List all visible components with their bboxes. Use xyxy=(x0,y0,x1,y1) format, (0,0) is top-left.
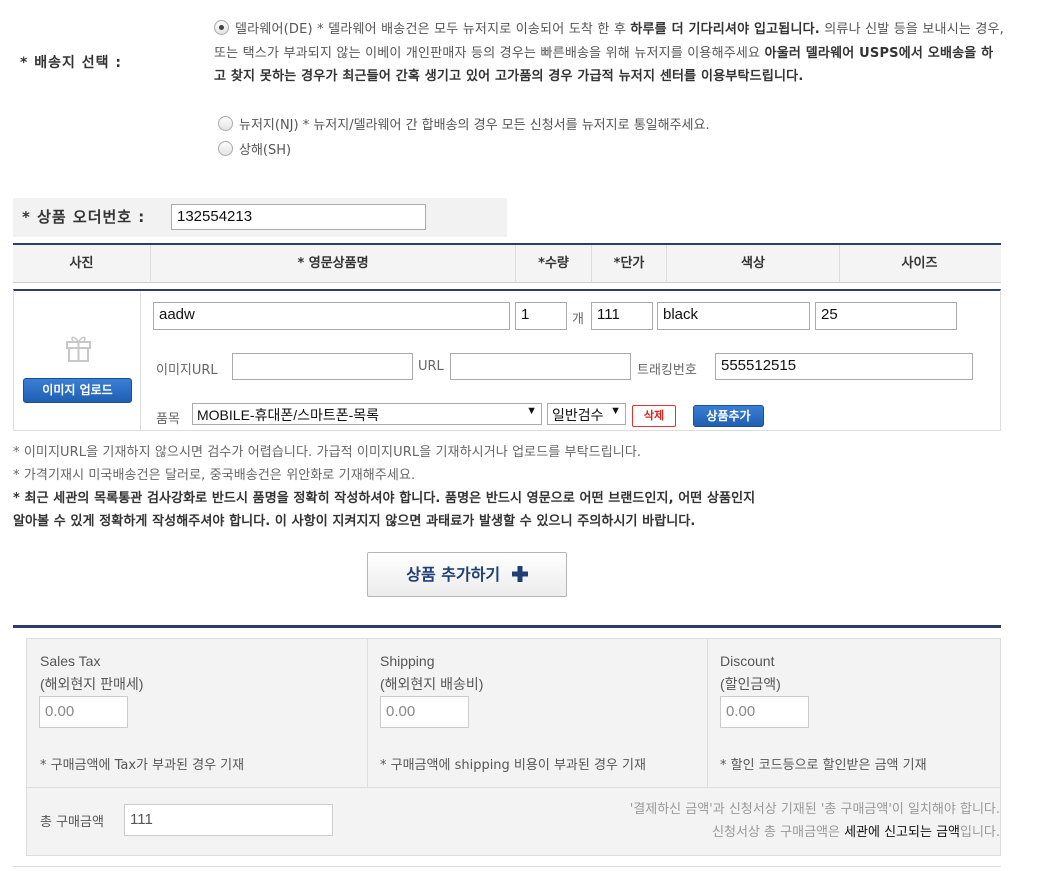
tracking-label: 트래킹번호 xyxy=(637,363,697,378)
shipping-option-sh[interactable]: 상해(SH) xyxy=(218,139,291,158)
shipping-label: * 배송지 선택 : xyxy=(20,55,122,71)
add-product-label: 상품 추가하기 xyxy=(406,565,501,584)
radio-de[interactable] xyxy=(214,20,229,35)
discount-input[interactable]: 0.00 xyxy=(720,696,809,728)
gift-icon xyxy=(66,336,91,362)
inspection-select[interactable]: 일반검수 ▼ xyxy=(547,403,626,425)
col-price: *단가 xyxy=(592,245,667,283)
category-select-value: MOBILE-휴대폰/스마트폰-목록 xyxy=(197,407,380,423)
category-label: 품목 xyxy=(156,412,180,427)
shipping-option-nj[interactable]: 뉴저지(NJ) * 뉴저지/델라웨어 간 합배송의 경우 모든 신청서를 뉴저지… xyxy=(218,114,710,133)
product-table-header: 사진 * 영문상품명 *수량 *단가 색상 사이즈 xyxy=(13,243,1001,283)
sales-tax-note: * 구매금액에 Tax가 부과된 경우 기재 xyxy=(40,758,245,773)
col-size: 사이즈 xyxy=(901,256,938,271)
radio-nj[interactable] xyxy=(218,116,233,131)
sales-tax-caption: Sales Tax (해외현지 판매세) xyxy=(40,650,143,696)
shipping-nj-text: 뉴저지(NJ) * 뉴저지/델라웨어 간 합배송의 경우 모든 신청서를 뉴저지… xyxy=(239,118,710,133)
note-image-url: * 이미지URL을 기재하지 않으시면 검수가 어렵습니다. 가급적 이미지UR… xyxy=(13,445,642,460)
image-url-input[interactable] xyxy=(232,353,413,380)
col-color: 색상 xyxy=(667,245,840,283)
note-customs-1: * 최근 세관의 목록통관 검사강화로 반드시 품명을 정확히 작성하셔야 합니… xyxy=(13,491,756,506)
col-qty: *수량 xyxy=(516,245,592,283)
inspection-select-value: 일반검수 xyxy=(552,407,604,423)
shipping-sh-text: 상해(SH) xyxy=(239,143,292,158)
discount-note: * 할인 코드등으로 할인받은 금액 기재 xyxy=(720,758,927,773)
total-info-line2-a: 신청서상 총 구매금액은 xyxy=(712,825,845,840)
order-number-label: * 상품 오더번호 : xyxy=(22,208,146,226)
total-info-line1: '결제하신 금액'과 신청서상 기재된 '총 구매금액'이 일치해야 합니다. xyxy=(629,802,1000,817)
color-input[interactable]: black xyxy=(657,302,810,330)
category-select[interactable]: MOBILE-휴대폰/스마트폰-목록 ▼ xyxy=(192,403,542,425)
shipping-title: Shipping xyxy=(380,653,435,669)
url-label: URL xyxy=(418,359,444,374)
discount-subtitle: (할인금액) xyxy=(720,676,781,692)
image-url-label: 이미지URL xyxy=(156,363,218,378)
shipping-option-de[interactable]: 델라웨어(DE) * 델라웨어 배송건은 모두 뉴저지로 이송되어 도착 한 후… xyxy=(214,18,1004,89)
dropdown-arrow-icon: ▼ xyxy=(526,405,537,417)
discount-caption: Discount (할인금액) xyxy=(720,650,781,696)
add-item-button[interactable]: 상품추가 xyxy=(693,405,764,427)
discount-title: Discount xyxy=(720,653,775,669)
product-name-input[interactable]: aadw xyxy=(153,302,510,330)
sales-tax-input[interactable]: 0.00 xyxy=(39,696,128,728)
total-info-line2-c: 입니다. xyxy=(959,825,1000,840)
sales-tax-subtitle: (해외현지 판매세) xyxy=(40,676,144,692)
radio-sh[interactable] xyxy=(218,141,233,156)
col-name: * 영문상품명 xyxy=(151,245,516,283)
shipping-de-text-a: 델라웨어(DE) * 델라웨어 배송건은 모두 뉴저지로 이송되어 도착 한 후 xyxy=(235,22,631,37)
image-upload-button[interactable]: 이미지 업로드 xyxy=(23,378,132,403)
total-info-line2-b: 세관에 신고되는 금액 xyxy=(844,825,960,840)
price-input[interactable]: 111 xyxy=(591,302,653,330)
total-info: '결제하신 금액'과 신청서상 기재된 '총 구매금액'이 일치해야 합니다. … xyxy=(630,798,1000,844)
column-divider xyxy=(367,639,368,787)
totals-inner-divider xyxy=(27,787,1000,788)
totals-divider xyxy=(13,625,1001,628)
tracking-input[interactable]: 555512515 xyxy=(715,353,973,380)
shipping-subtitle: (해외현지 배송비) xyxy=(380,676,484,692)
note-customs-2: 알아볼 수 있게 정확하게 작성해주셔야 합니다. 이 사항이 지켜지지 않으면… xyxy=(13,514,696,529)
note-price-currency: * 가격기재시 미국배송건은 달러로, 중국배송건은 위안화로 기재해주세요. xyxy=(13,468,416,483)
shipping-de-text-b: 하루를 더 기다리셔야 입고됩니다. xyxy=(630,22,820,37)
size-input[interactable]: 25 xyxy=(815,302,957,330)
column-divider xyxy=(707,639,708,787)
dropdown-arrow-icon: ▼ xyxy=(610,405,621,417)
delete-button[interactable]: 삭제 xyxy=(632,405,676,427)
quantity-input[interactable]: 1 xyxy=(515,302,567,330)
bottom-divider xyxy=(13,866,1001,867)
sales-tax-title: Sales Tax xyxy=(40,653,101,669)
add-product-button[interactable]: 상품 추가하기 xyxy=(367,552,567,597)
plus-icon xyxy=(511,566,528,582)
shipping-caption: Shipping (해외현지 배송비) xyxy=(380,650,483,696)
total-amount-label: 총 구매금액 xyxy=(40,815,104,830)
total-info-line2: 신청서상 총 구매금액은 세관에 신고되는 금액입니다. xyxy=(630,821,1000,844)
shipping-input[interactable]: 0.00 xyxy=(380,696,469,728)
col-photo: 사진 xyxy=(13,245,151,283)
url-input[interactable] xyxy=(450,353,631,380)
total-amount-input[interactable]: 111 xyxy=(124,804,333,836)
quantity-unit: 개 xyxy=(572,312,584,327)
order-number-input[interactable]: 132554213 xyxy=(171,204,426,230)
shipping-note: * 구매금액에 shipping 비용이 부과된 경우 기재 xyxy=(380,758,646,773)
